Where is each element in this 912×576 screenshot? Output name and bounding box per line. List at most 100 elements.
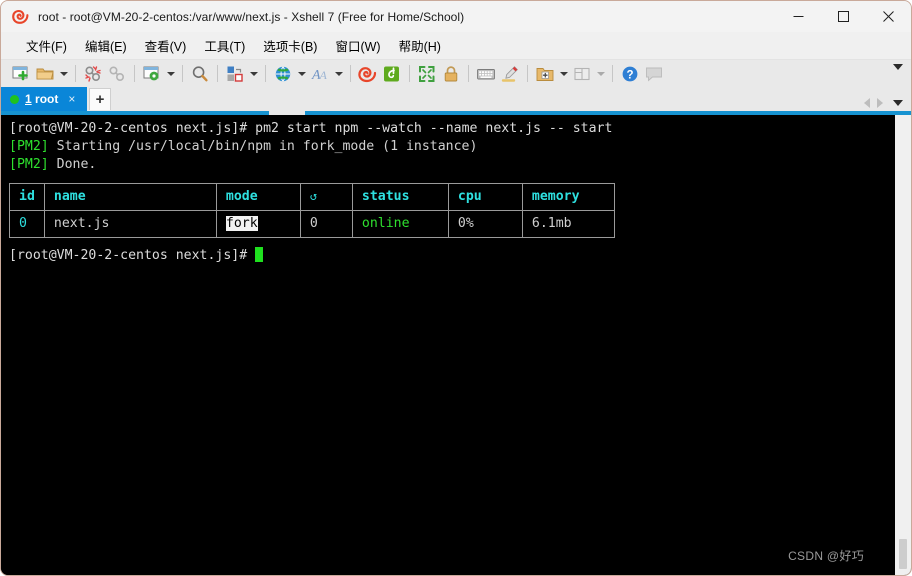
shell-prompt: [root@VM-20-2-centos next.js]#: [9, 248, 256, 263]
copy-session-caret[interactable]: [250, 71, 258, 76]
layout-caret[interactable]: [597, 71, 605, 76]
svg-text:?: ?: [626, 69, 633, 81]
disconnect-icon[interactable]: [81, 62, 105, 86]
column-header-name: name: [43, 183, 217, 211]
column-header-status: status: [351, 183, 449, 211]
keyboard-icon[interactable]: [474, 62, 498, 86]
toolbar-separator: [265, 65, 266, 82]
add-folder-icon[interactable]: [533, 62, 557, 86]
terminal-area: [root@VM-20-2-centos next.js]# pm2 start…: [1, 111, 911, 575]
toolbar-overflow-caret[interactable]: [893, 64, 903, 70]
menu-tools[interactable]: 工具(T): [195, 32, 254, 59]
maximize-icon[interactable]: [821, 1, 866, 32]
tab-close-icon[interactable]: ×: [68, 93, 75, 105]
pm2-tag: [PM2]: [9, 139, 49, 154]
open-folder-icon[interactable]: [33, 62, 57, 86]
menu-edit[interactable]: 编辑(E): [76, 32, 136, 59]
toolbar-separator: [75, 65, 76, 82]
close-icon[interactable]: [866, 1, 911, 32]
pm2-message: Starting /usr/local/bin/npm in fork_mode…: [48, 139, 478, 154]
terminal-top-accent-gap: [269, 111, 305, 115]
pm2-tag: [PM2]: [9, 157, 49, 172]
cell-name: next.js: [43, 210, 217, 238]
column-header-restart: ↺: [299, 183, 353, 211]
font-caret[interactable]: [335, 71, 343, 76]
toolbar-separator: [468, 65, 469, 82]
help-icon[interactable]: ?: [618, 62, 642, 86]
cell-restarts: 0: [299, 210, 353, 238]
window-title: root - root@VM-20-2-centos:/var/www/next…: [38, 9, 465, 24]
table-header-row: id name mode ↺ status cpu memory: [9, 183, 615, 211]
reconnect-icon[interactable]: [105, 62, 129, 86]
new-session-icon[interactable]: [9, 62, 33, 86]
toolbar-separator: [527, 65, 528, 82]
tab-navigation: [864, 98, 903, 108]
window-controls: [776, 1, 911, 32]
shell-command: pm2 start npm --watch --name next.js -- …: [255, 121, 613, 136]
highlight-pen-icon[interactable]: [498, 62, 522, 86]
column-header-memory: memory: [521, 183, 615, 211]
terminal-line: [PM2] Starting /usr/local/bin/npm in for…: [9, 138, 894, 156]
tab-label: 1 root: [25, 92, 58, 106]
tab-overflow-caret[interactable]: [893, 100, 903, 106]
menu-view[interactable]: 查看(V): [136, 32, 196, 59]
menu-bar: 文件(F) 编辑(E) 查看(V) 工具(T) 选项卡(B) 窗口(W) 帮助(…: [1, 32, 911, 59]
terminal-top-accent: [1, 111, 911, 115]
cell-id: 0: [9, 210, 45, 238]
add-folder-caret[interactable]: [560, 71, 568, 76]
toolbar-separator: [182, 65, 183, 82]
lock-icon[interactable]: [439, 62, 463, 86]
scrollbar-thumb[interactable]: [899, 539, 907, 569]
session-properties-icon[interactable]: [140, 62, 164, 86]
font-icon[interactable]: A A: [308, 62, 332, 86]
pm2-message: Done.: [48, 157, 97, 172]
fullscreen-icon[interactable]: [415, 62, 439, 86]
xshell-window: root - root@VM-20-2-centos:/var/www/next…: [0, 0, 912, 576]
toolbar-separator: [409, 65, 410, 82]
session-properties-caret[interactable]: [167, 71, 175, 76]
web-browser-icon[interactable]: [271, 62, 295, 86]
block-cursor: [255, 247, 264, 262]
xftp-icon[interactable]: [380, 62, 404, 86]
terminal-scrollbar[interactable]: [894, 111, 911, 575]
toolbar-separator: [612, 65, 613, 82]
copy-session-icon[interactable]: [223, 62, 247, 86]
title-bar: root - root@VM-20-2-centos:/var/www/next…: [1, 1, 911, 32]
terminal-line: [PM2] Done.: [9, 156, 894, 174]
tab-status-dot: [10, 94, 19, 104]
tab-next-arrow[interactable]: [877, 98, 883, 108]
toolbar-separator: [350, 65, 351, 82]
web-browser-caret[interactable]: [298, 71, 306, 76]
tab-mnemonic: 1: [25, 92, 32, 106]
xshell-shell-icon: [12, 8, 30, 26]
xshell-logo-icon[interactable]: [356, 62, 380, 86]
open-folder-caret[interactable]: [60, 71, 68, 76]
svg-text:A: A: [319, 68, 328, 82]
column-header-cpu: cpu: [447, 183, 523, 211]
terminal-command-line: [root@VM-20-2-centos next.js]# pm2 start…: [9, 120, 894, 138]
feedback-icon[interactable]: [642, 62, 666, 86]
tab-root[interactable]: 1 root ×: [1, 87, 87, 111]
toolbar-separator: [217, 65, 218, 82]
cell-cpu: 0%: [447, 210, 523, 238]
menu-tabs[interactable]: 选项卡(B): [254, 32, 326, 59]
menu-file[interactable]: 文件(F): [17, 32, 76, 59]
shell-prompt: [root@VM-20-2-centos next.js]#: [9, 121, 256, 136]
menu-help[interactable]: 帮助(H): [390, 32, 450, 59]
terminal-output[interactable]: [root@VM-20-2-centos next.js]# pm2 start…: [1, 111, 894, 575]
tab-bar: 1 root × +: [1, 87, 911, 111]
minimize-icon[interactable]: [776, 1, 821, 32]
cell-mode-selection: fork: [225, 216, 258, 231]
terminal-final-prompt-line: [root@VM-20-2-centos next.js]#: [9, 247, 894, 265]
watermark: CSDN @好巧: [788, 549, 864, 563]
toolbar-separator: [134, 65, 135, 82]
cell-status: online: [351, 210, 449, 238]
pm2-process-table: id name mode ↺ status cpu memory 0 next.…: [9, 183, 615, 238]
tab-prev-arrow[interactable]: [864, 98, 870, 108]
find-icon[interactable]: [188, 62, 212, 86]
column-header-mode: mode: [215, 183, 301, 211]
cell-memory: 6.1mb: [521, 210, 615, 238]
menu-window[interactable]: 窗口(W): [326, 32, 389, 59]
layout-icon[interactable]: [570, 62, 594, 86]
new-tab-button[interactable]: +: [89, 88, 111, 110]
